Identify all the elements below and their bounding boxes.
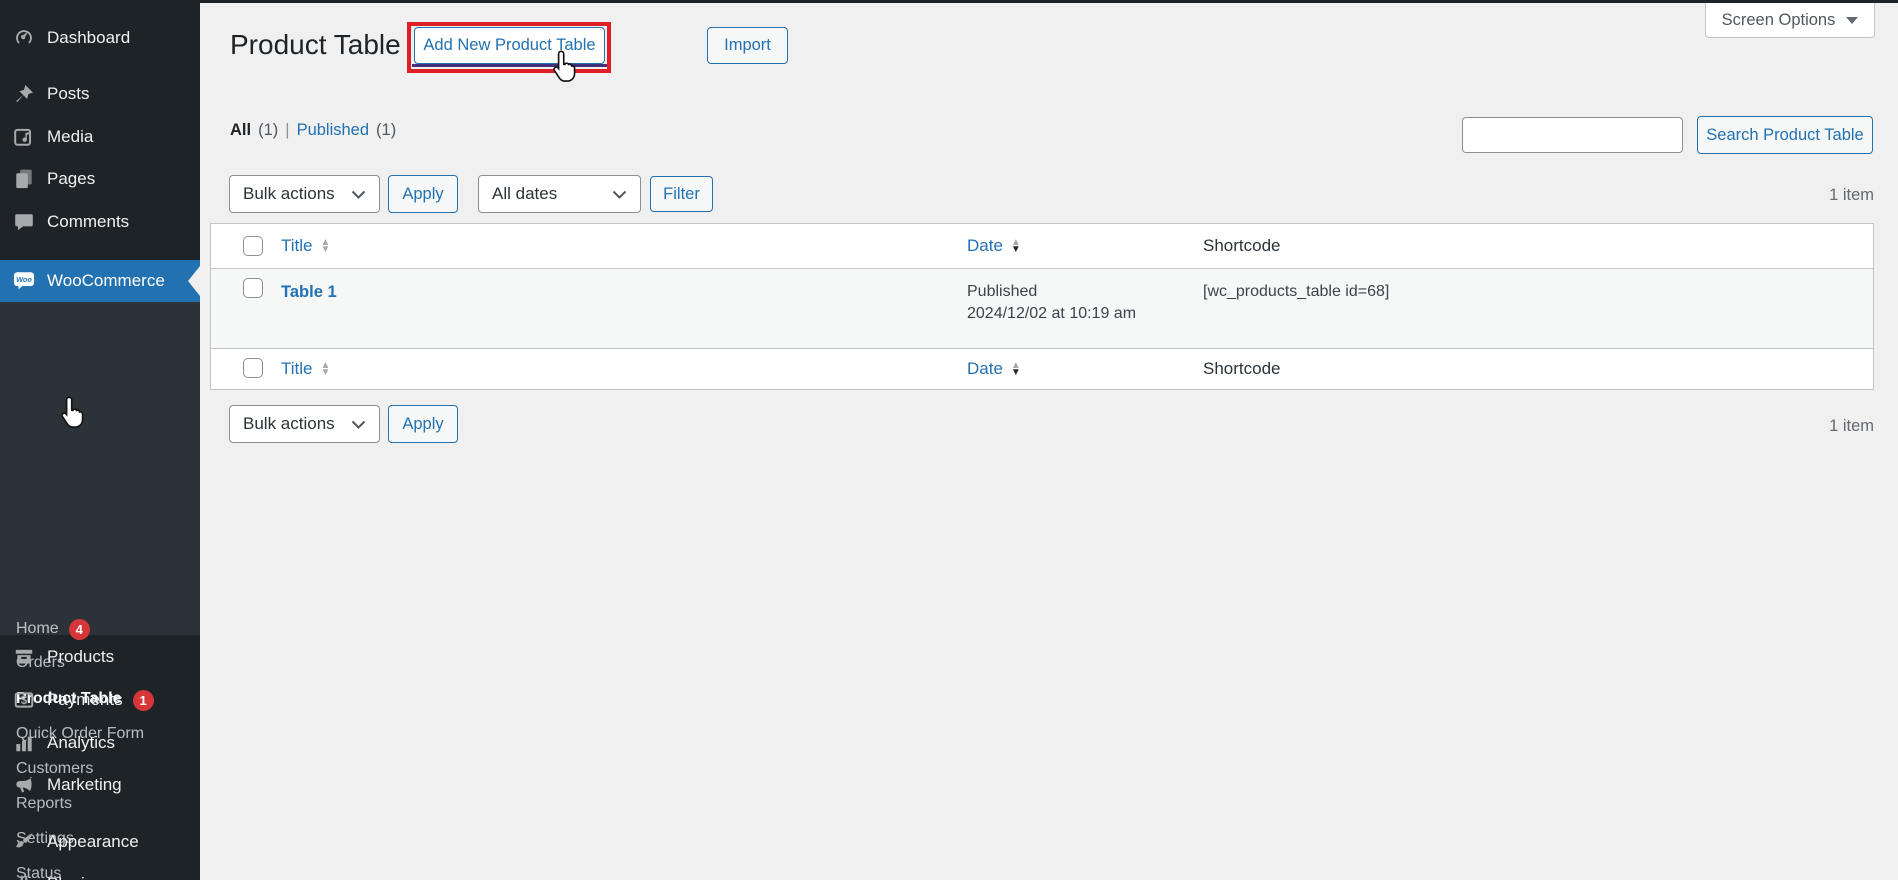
row-shortcode-cell: [wc_products_table id=68] [1203, 283, 1390, 300]
search-input[interactable] [1462, 117, 1683, 153]
table-header-row: Title ▲ ▼ Date ▲ ▼ Shortcode [211, 224, 1873, 268]
page-title: Product Table [230, 29, 401, 60]
sidebar-item-posts[interactable]: Posts [0, 73, 200, 115]
woocommerce-logo-icon: Woo [13, 270, 35, 292]
sort-by-date-link[interactable]: Date [967, 236, 1003, 256]
sidebar-item-marketing[interactable]: Marketing [0, 764, 200, 806]
import-button[interactable]: Import [707, 27, 788, 64]
pages-icon [13, 168, 35, 190]
bulk-actions-select[interactable]: Bulk actions [229, 405, 380, 443]
sort-arrows-icon: ▲ ▼ [1010, 237, 1021, 255]
column-header-shortcode: Shortcode [1203, 358, 1281, 378]
row-checkbox[interactable] [243, 278, 263, 298]
sidebar-item-comments[interactable]: Comments [0, 201, 200, 243]
sort-arrows-icon: ▲ ▼ [320, 359, 331, 378]
item-count: 1 item [1829, 186, 1874, 204]
paintbrush-icon [13, 831, 35, 853]
add-new-product-table-button[interactable]: Add New Product Table [414, 27, 605, 64]
sidebar-item-analytics[interactable]: Analytics [0, 722, 200, 764]
wordpress-admin-page: Dashboard Posts Media Pages Comments Woo… [0, 0, 1898, 880]
woocommerce-submenu: Home 4 Orders Product Table Quick Order … [0, 302, 200, 880]
woo-logo-text: Woo [16, 275, 32, 284]
chevron-down-icon [351, 190, 366, 199]
sort-arrows-icon: ▲ ▼ [320, 237, 331, 255]
row-title-cell: Table 1 [281, 281, 337, 303]
sidebar-item-appearance[interactable]: Appearance [0, 821, 200, 863]
bulk-actions-value: Bulk actions [243, 414, 335, 433]
row-date: 2024/12/02 at 10:19 am [967, 305, 1137, 322]
sidebar-item-dashboard[interactable]: Dashboard [0, 17, 200, 59]
sidebar-item-label: Dashboard [47, 28, 131, 47]
row-status: Published [967, 283, 1038, 300]
sidebar-item-label: Posts [47, 84, 90, 103]
sidebar-item-pages[interactable]: Pages [0, 158, 200, 200]
sort-by-date-link[interactable]: Date [967, 359, 1003, 379]
search-product-table-button[interactable]: Search Product Table [1697, 116, 1873, 154]
chevron-down-icon [1846, 16, 1859, 24]
notification-badge: 1 [132, 689, 154, 711]
select-all-checkbox[interactable] [243, 358, 263, 378]
sidebar-item-label: Payments [47, 690, 123, 709]
date-filter-select[interactable]: All dates [478, 175, 641, 213]
apply-button[interactable]: Apply [388, 175, 458, 213]
annotation-underline [412, 64, 607, 67]
screen-options-tab[interactable]: Screen Options [1705, 3, 1875, 38]
table-footer-header-row: Title ▲ ▼ Date ▲ ▼ Shortcode [211, 349, 1873, 388]
table-row: Table 1 Published 2024/12/02 at 10:19 am… [211, 268, 1873, 349]
sort-arrows-icon: ▲ ▼ [1010, 359, 1021, 378]
view-published-count: (1) [376, 121, 397, 139]
sidebar-item-label: Analytics [47, 733, 116, 752]
sidebar-item-label: Marketing [47, 775, 122, 794]
media-icon [13, 126, 35, 148]
pushpin-icon [13, 83, 35, 105]
sidebar-item-woocommerce[interactable]: Woo WooCommerce [0, 260, 200, 302]
sidebar-item-label: Plugins [47, 874, 103, 880]
bulk-actions-select[interactable]: Bulk actions [229, 175, 380, 213]
svg-text:$: $ [21, 695, 28, 707]
filter-button[interactable]: Filter [650, 176, 713, 212]
view-all-link[interactable]: All [230, 121, 251, 140]
sidebar-item-label: Products [47, 647, 115, 666]
sidebar-item-plugins[interactable]: Plugins [0, 863, 200, 880]
view-filter-links: All (1) | Published (1) [230, 121, 396, 140]
sidebar-item-media[interactable]: Media [0, 116, 200, 158]
view-separator: | [285, 121, 290, 139]
product-table-list: Title ▲ ▼ Date ▲ ▼ Shortcode Table 1 Publi… [210, 223, 1874, 390]
payments-card-icon: $ [13, 689, 35, 711]
sidebar-item-label: Appearance [47, 832, 139, 851]
apply-button[interactable]: Apply [388, 405, 458, 443]
view-published-link[interactable]: Published [297, 121, 369, 140]
sidebar-item-label: Media [47, 127, 94, 146]
column-header-date: Date ▲ ▼ [967, 349, 1021, 388]
item-count: 1 item [1829, 417, 1874, 435]
dashboard-icon [13, 27, 35, 49]
sidebar-item-payments[interactable]: $ Payments 1 [0, 679, 200, 721]
admin-sidebar: Dashboard Posts Media Pages Comments Woo… [0, 0, 200, 880]
screen-options-label: Screen Options [1721, 10, 1836, 29]
bulk-actions-value: Bulk actions [243, 184, 335, 203]
row-title-link[interactable]: Table 1 [281, 283, 337, 301]
products-box-icon [13, 646, 35, 668]
date-filter-value: All dates [492, 184, 558, 203]
sort-by-title-link[interactable]: Title [281, 236, 313, 256]
megaphone-icon [13, 774, 35, 796]
sidebar-item-label: Comments [47, 212, 130, 231]
column-header-title: Title ▲ ▼ [281, 349, 330, 388]
plugin-icon [13, 873, 35, 880]
chevron-down-icon [612, 190, 627, 199]
admin-bar-edge [0, 0, 1898, 3]
column-header-shortcode: Shortcode [1203, 236, 1281, 255]
sidebar-item-label: Pages [47, 169, 96, 188]
speech-bubble-icon [13, 211, 35, 233]
sidebar-item-products[interactable]: Products [0, 636, 200, 678]
select-all-checkbox[interactable] [243, 236, 263, 256]
row-date-cell: Published 2024/12/02 at 10:19 am [967, 281, 1136, 325]
column-header-date: Date ▲ ▼ [967, 224, 1021, 268]
sort-by-title-link[interactable]: Title [281, 359, 313, 379]
view-all-count: (1) [258, 121, 279, 139]
chevron-down-icon [351, 420, 366, 429]
bar-chart-icon [13, 732, 35, 754]
sidebar-item-label: WooCommerce [47, 271, 165, 290]
column-header-title: Title ▲ ▼ [281, 224, 330, 268]
